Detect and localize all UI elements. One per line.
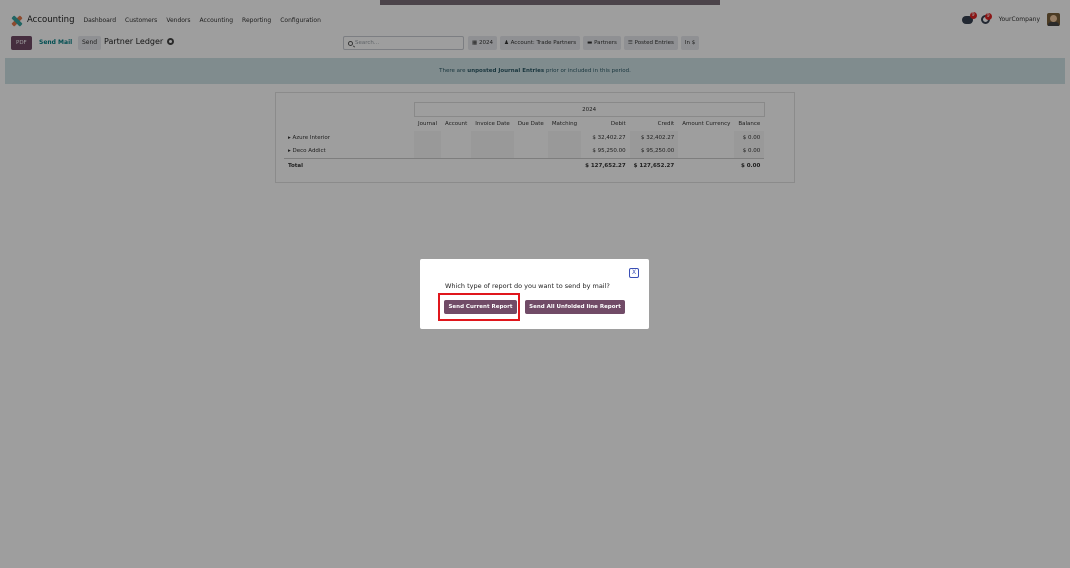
highlight-box [438, 293, 520, 321]
dialog-question: Which type of report do you want to send… [445, 282, 610, 290]
close-button[interactable]: X [629, 268, 639, 278]
modal-backdrop-right [1065, 28, 1070, 568]
modal-backdrop-top [0, 0, 1070, 28]
send-all-unfolded-report-button[interactable]: Send All Unfolded line Report [525, 300, 625, 314]
